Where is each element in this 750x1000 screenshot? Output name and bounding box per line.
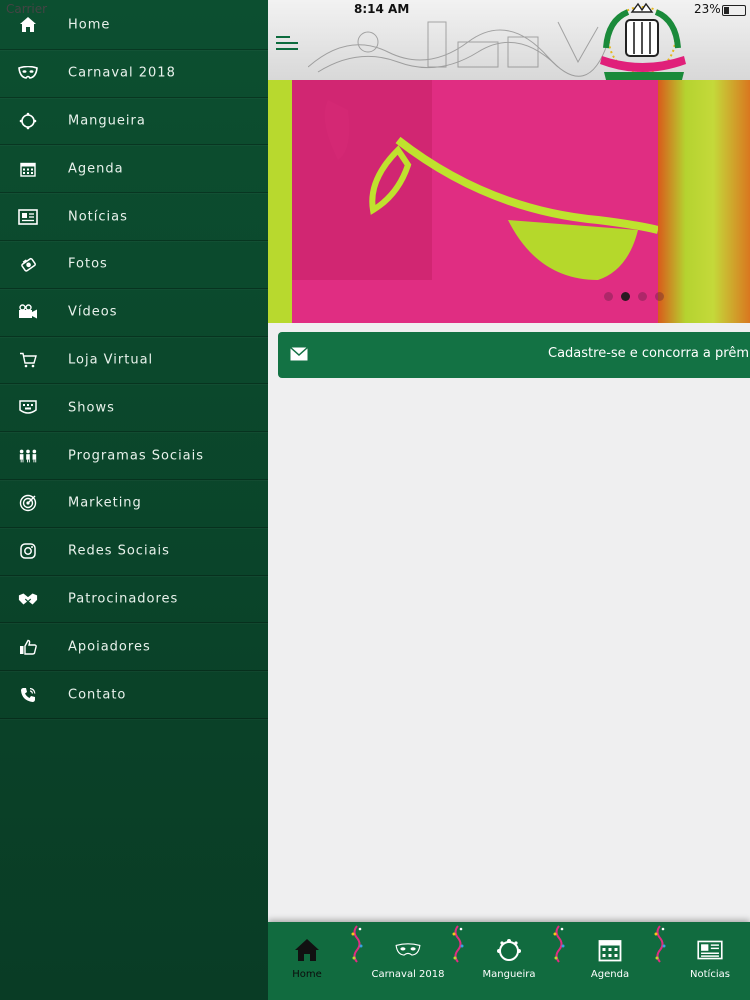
tab-label: Home <box>292 969 322 980</box>
menu-item-noticias[interactable]: Notícias <box>0 193 268 241</box>
menu-item-videos[interactable]: Vídeos <box>0 289 268 337</box>
carousel-dot[interactable] <box>638 292 647 301</box>
menu-item-label: Home <box>68 17 111 33</box>
menu-item-carnaval-2018[interactable]: Carnaval 2018 <box>0 50 268 98</box>
banner-text: Cadastre-se e concorra a prêmic <box>548 346 750 361</box>
menu-item-apoiadores[interactable]: Apoiadores <box>0 623 268 672</box>
hero-carousel[interactable] <box>268 80 750 323</box>
tab-carnaval-2018[interactable]: Carnaval 2018 <box>363 922 453 1000</box>
menu-item-label: Redes Sociais <box>68 543 170 559</box>
hamburger-menu-button[interactable] <box>276 36 298 54</box>
menu-item-redes-sociais[interactable]: Redes Sociais <box>0 528 268 576</box>
confetti-decoration <box>452 925 464 963</box>
video-camera-icon <box>18 302 38 322</box>
bottom-tab-bar: Home Carnaval 2018 Mangueira Agenda Notí… <box>268 922 750 1000</box>
menu-item-label: Shows <box>68 400 115 416</box>
menu-item-label: Carnaval 2018 <box>68 65 176 81</box>
target-icon <box>18 493 38 513</box>
menu-item-agenda[interactable]: Agenda <box>0 145 268 194</box>
header-sketch-illustration <box>308 21 608 77</box>
menu-item-label: Loja Virtual <box>68 352 154 368</box>
menu-item-marketing[interactable]: Marketing <box>0 480 268 528</box>
app-screen: Carrier 8:14 AM 23% Home Carnaval 2018 M… <box>0 0 750 1000</box>
phone-icon <box>18 685 38 705</box>
menu-item-loja-virtual[interactable]: Loja Virtual <box>0 337 268 385</box>
ticket-icon <box>18 398 38 418</box>
tab-mangueira[interactable]: Mangueira <box>464 922 554 1000</box>
battery-percentage: 23% <box>694 2 721 16</box>
calendar-icon <box>597 938 623 962</box>
battery-icon <box>722 5 746 16</box>
menu-item-label: Notícias <box>68 209 128 225</box>
carrier-label: Carrier <box>6 2 48 16</box>
confetti-decoration <box>351 925 363 963</box>
menu-item-label: Marketing <box>68 495 142 511</box>
calendar-icon <box>18 159 38 179</box>
tab-agenda[interactable]: Agenda <box>565 922 655 1000</box>
handshake-icon <box>18 589 38 609</box>
people-icon <box>18 446 38 466</box>
menu-item-label: Contato <box>68 687 127 703</box>
menu-item-programas-sociais[interactable]: Programas Sociais <box>0 432 268 480</box>
tab-label: Notícias <box>690 969 730 980</box>
tambourine-icon <box>18 111 38 131</box>
menu-item-label: Vídeos <box>68 304 118 320</box>
cart-icon <box>18 350 38 370</box>
clock: 8:14 AM <box>354 2 410 16</box>
thumbs-up-icon <box>18 637 38 657</box>
menu-item-patrocinadores[interactable]: Patrocinadores <box>0 576 268 624</box>
tab-label: Carnaval 2018 <box>371 969 445 980</box>
menu-item-contato[interactable]: Contato <box>0 671 268 719</box>
mask-icon <box>395 938 421 962</box>
menu-item-label: Mangueira <box>68 113 146 129</box>
tab-label: Mangueira <box>482 969 536 980</box>
hamburger-line <box>276 42 298 44</box>
register-banner-button[interactable]: Cadastre-se e concorra a prêmic <box>278 332 750 378</box>
menu-item-label: Fotos <box>68 256 108 272</box>
menu-item-label: Programas Sociais <box>68 448 205 464</box>
newspaper-icon <box>697 938 723 962</box>
menu-list: Home Carnaval 2018 Mangueira Agenda Notí… <box>0 2 268 719</box>
mail-icon <box>290 347 308 361</box>
side-menu: Home Carnaval 2018 Mangueira Agenda Notí… <box>0 0 268 1000</box>
tambourine-icon <box>496 938 522 962</box>
status-bar: Carrier 8:14 AM 23% <box>0 0 750 20</box>
home-icon <box>294 938 320 962</box>
main-panel: Cadastre-se e concorra a prêmic Home Car… <box>268 0 750 1000</box>
carousel-dot[interactable] <box>655 292 664 301</box>
tab-home[interactable]: Home <box>262 922 352 1000</box>
hamburger-line <box>276 36 290 38</box>
confetti-decoration <box>553 925 565 963</box>
newspaper-icon <box>18 207 38 227</box>
instagram-icon <box>18 541 38 561</box>
menu-item-label: Agenda <box>68 161 124 177</box>
menu-item-shows[interactable]: Shows <box>0 384 268 433</box>
carousel-pagination[interactable] <box>604 292 664 301</box>
hamburger-line <box>276 48 298 50</box>
menu-item-label: Apoiadores <box>68 639 151 655</box>
camera-icon <box>18 254 38 274</box>
menu-item-label: Patrocinadores <box>68 591 179 607</box>
mask-icon <box>18 63 38 83</box>
carousel-dot-active[interactable] <box>621 292 630 301</box>
tab-label: Agenda <box>590 969 630 980</box>
menu-item-mangueira[interactable]: Mangueira <box>0 98 268 146</box>
carousel-image-decoration <box>658 80 750 323</box>
tab-noticias[interactable]: Notícias <box>665 922 750 1000</box>
carousel-dot[interactable] <box>604 292 613 301</box>
menu-item-fotos[interactable]: Fotos <box>0 241 268 289</box>
